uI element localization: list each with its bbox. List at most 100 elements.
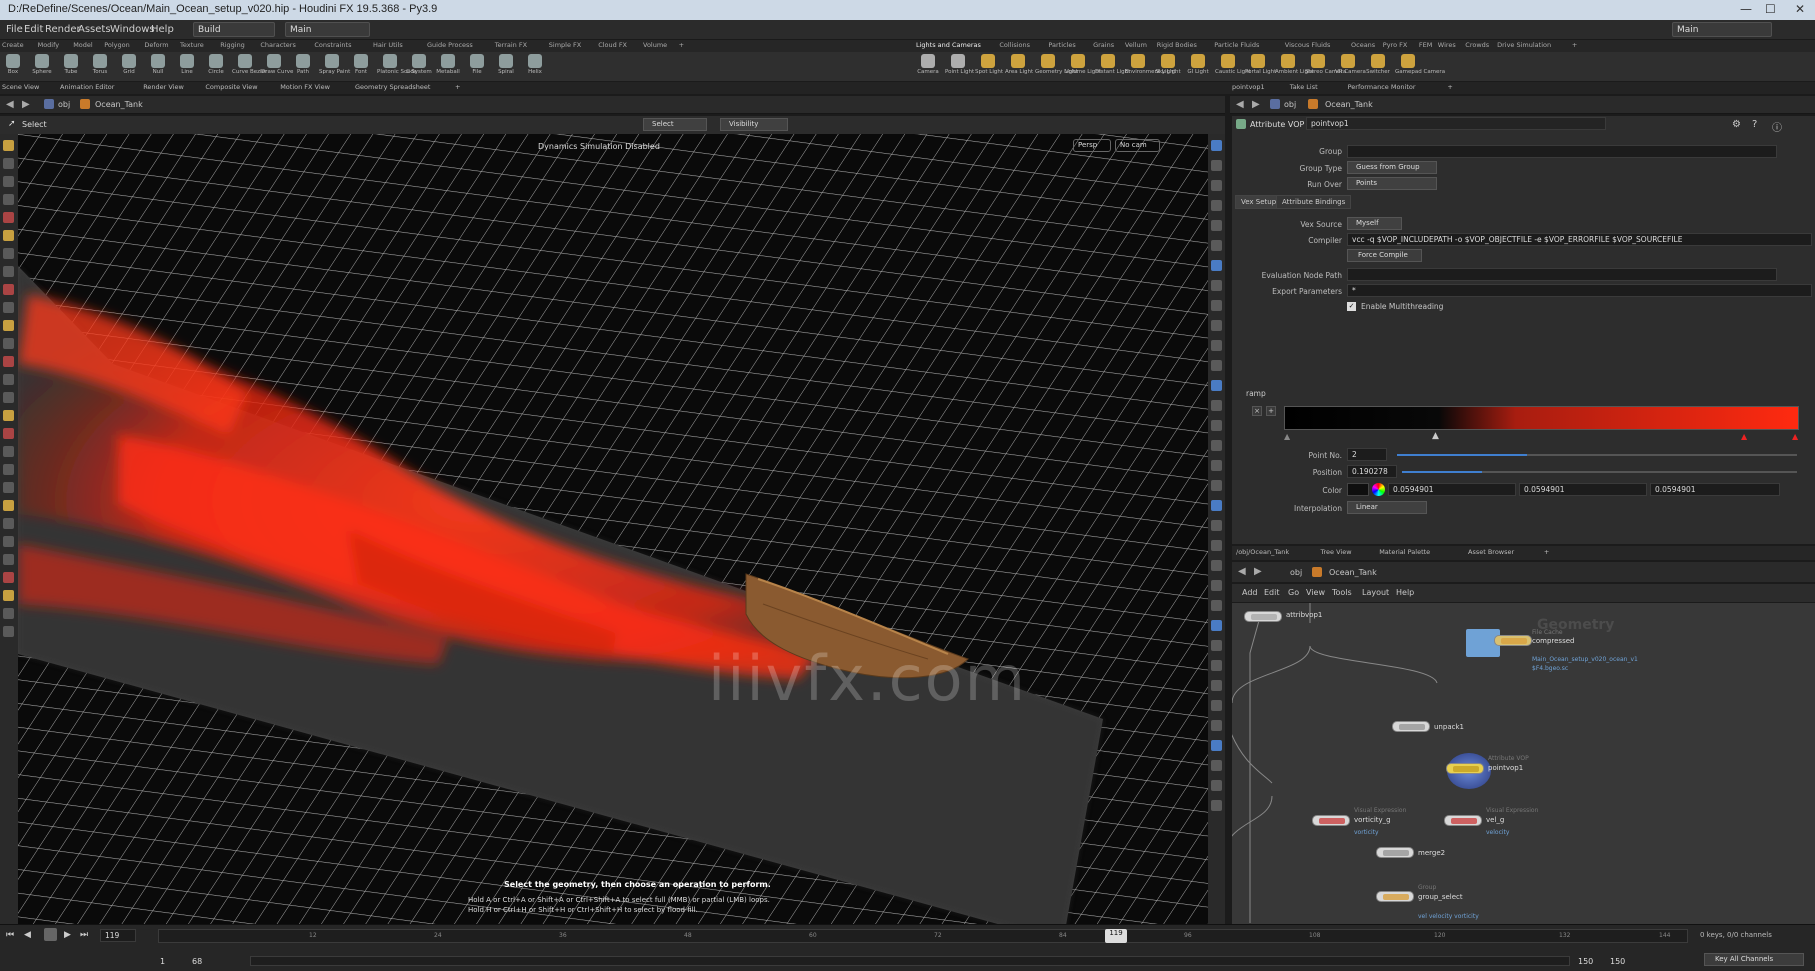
shelf-tab-oceans[interactable]: Oceans xyxy=(1351,41,1375,49)
display-tool-14-icon[interactable] xyxy=(1211,420,1222,431)
shelf-tab-rigging[interactable]: Rigging xyxy=(220,41,245,49)
left-tool-24-icon[interactable] xyxy=(3,572,14,583)
help-icon[interactable]: ? xyxy=(1752,119,1757,130)
shelf-tab-vellum[interactable]: Vellum xyxy=(1125,41,1147,49)
shelf-tab-create[interactable]: Create xyxy=(2,41,24,49)
gear-icon[interactable]: ⚙ xyxy=(1732,119,1741,130)
shelf-tool-sphere[interactable]: Sphere xyxy=(29,52,55,82)
play-back-icon[interactable]: ◀ xyxy=(24,930,31,940)
shelf-tool-l-system[interactable]: L-System xyxy=(406,52,432,82)
left-tool-6-icon[interactable] xyxy=(3,248,14,259)
color-ramp[interactable] xyxy=(1284,406,1799,430)
shelf-tab-modify[interactable]: Modify xyxy=(38,41,60,49)
left-tool-0-icon[interactable] xyxy=(3,140,14,151)
net-pane-tab-material-palette[interactable]: Material Palette xyxy=(1379,548,1430,556)
shelf-tab-lights-and-cameras[interactable]: Lights and Cameras xyxy=(916,41,981,49)
param-pane-tab--[interactable]: + xyxy=(1447,83,1452,91)
eval-path-field[interactable] xyxy=(1347,268,1777,281)
left-tool-14-icon[interactable] xyxy=(3,392,14,403)
run-over-dropdown[interactable]: Points xyxy=(1347,177,1437,190)
display-tool-5-icon[interactable] xyxy=(1211,240,1222,251)
shelf-tool-box[interactable]: Box xyxy=(0,52,26,82)
shelf-tab-simple-fx[interactable]: Simple FX xyxy=(549,41,581,49)
persp-menu[interactable]: Persp xyxy=(1073,139,1111,152)
shelf-tool-switcher[interactable]: Switcher xyxy=(1365,52,1391,82)
menu-render[interactable]: Render xyxy=(45,24,81,35)
position-field[interactable]: 0.190278 xyxy=(1347,465,1397,478)
shelf-tool-path[interactable]: Path xyxy=(290,52,316,82)
display-tool-11-icon[interactable] xyxy=(1211,360,1222,371)
net-pane-tab-tree-view[interactable]: Tree View xyxy=(1321,548,1352,556)
shelf-tool-point-light[interactable]: Point Light xyxy=(945,52,974,82)
display-tool-29-icon[interactable] xyxy=(1211,720,1222,731)
left-tool-16-icon[interactable] xyxy=(3,428,14,439)
shelf-tab-wires[interactable]: Wires xyxy=(1438,41,1456,49)
current-frame-field[interactable]: 119 xyxy=(100,929,136,942)
shelf-tab-rigid-bodies[interactable]: Rigid Bodies xyxy=(1157,41,1197,49)
left-tool-1-icon[interactable] xyxy=(3,158,14,169)
left-tool-10-icon[interactable] xyxy=(3,320,14,331)
shelf-tab-drive-simulation[interactable]: Drive Simulation xyxy=(1497,41,1551,49)
menu-file[interactable]: File xyxy=(6,24,23,35)
display-tool-23-icon[interactable] xyxy=(1211,600,1222,611)
display-tool-15-icon[interactable] xyxy=(1211,440,1222,451)
node-group-select[interactable] xyxy=(1376,891,1414,902)
shelf-tool-line[interactable]: Line xyxy=(174,52,200,82)
shelf-tool-stereo-camera[interactable]: Stereo Camera xyxy=(1305,52,1346,82)
shelf-tab-crowds[interactable]: Crowds xyxy=(1465,41,1489,49)
range-end-a[interactable]: 150 xyxy=(1578,957,1593,966)
display-tool-13-icon[interactable] xyxy=(1211,400,1222,411)
net-path-obj[interactable]: obj xyxy=(1290,568,1302,577)
left-tool-27-icon[interactable] xyxy=(3,626,14,637)
param-pane-tab-performance-monitor[interactable]: Performance Monitor xyxy=(1348,83,1416,91)
shelf-tool-circle[interactable]: Circle xyxy=(203,52,229,82)
net-menu-go[interactable]: Go xyxy=(1288,588,1299,597)
display-tool-32-icon[interactable] xyxy=(1211,780,1222,791)
shelf-tool-spray-paint[interactable]: Spray Paint xyxy=(319,52,350,82)
display-tool-21-icon[interactable] xyxy=(1211,560,1222,571)
display-tool-16-icon[interactable] xyxy=(1211,460,1222,471)
shelf-tool-curve-bezier[interactable]: Curve Bezier xyxy=(232,52,267,82)
color-r-field[interactable]: 0.0594901 xyxy=(1388,483,1516,496)
path-ocean-tank[interactable]: Ocean_Tank xyxy=(95,100,143,109)
point-no-slider[interactable] xyxy=(1397,454,1797,456)
left-tool-11-icon[interactable] xyxy=(3,338,14,349)
shelf-tool-file[interactable]: File xyxy=(464,52,490,82)
shelf-tab-collisions[interactable]: Collisions xyxy=(999,41,1030,49)
display-tool-26-icon[interactable] xyxy=(1211,660,1222,671)
net-pane-tab--[interactable]: + xyxy=(1544,548,1549,556)
ramp-key-2-icon[interactable]: ▲ xyxy=(1792,432,1798,441)
node-attribvop1[interactable] xyxy=(1244,611,1282,622)
net-menu-help[interactable]: Help xyxy=(1396,588,1414,597)
network-editor[interactable]: Geometry attribvop1 File Cache compresse… xyxy=(1232,603,1815,924)
left-tool-12-icon[interactable] xyxy=(3,356,14,367)
timeline-bar[interactable]: 12 24 36 48 60 72 84 96 108 120 132 144 … xyxy=(158,929,1688,943)
pane-tab-animation-editor[interactable]: Animation Editor xyxy=(60,83,114,91)
range-end-b[interactable]: 150 xyxy=(1610,957,1625,966)
shelf-tab-polygon[interactable]: Polygon xyxy=(104,41,130,49)
display-tool-30-icon[interactable] xyxy=(1211,740,1222,751)
key-all-channels-button[interactable]: Key All Channels xyxy=(1704,953,1804,966)
net-pane-tab-asset-browser[interactable]: Asset Browser xyxy=(1468,548,1514,556)
back-arrow-icon[interactable]: ◀ xyxy=(6,99,14,110)
left-tool-19-icon[interactable] xyxy=(3,482,14,493)
vex-source-dropdown[interactable]: Myself xyxy=(1347,217,1402,230)
minimize-button[interactable]: — xyxy=(1740,2,1752,16)
group-type-dropdown[interactable]: Guess from Group xyxy=(1347,161,1437,174)
jump-start-icon[interactable]: ⏮ xyxy=(6,930,14,940)
node-pointvop1[interactable] xyxy=(1446,763,1484,774)
param-path-obj[interactable]: obj xyxy=(1284,100,1296,109)
shelf-tab-particles[interactable]: Particles xyxy=(1048,41,1075,49)
left-tool-25-icon[interactable] xyxy=(3,590,14,601)
stop-button[interactable] xyxy=(44,928,57,941)
left-tool-7-icon[interactable] xyxy=(3,266,14,277)
display-tool-4-icon[interactable] xyxy=(1211,220,1222,231)
display-tool-25-icon[interactable] xyxy=(1211,640,1222,651)
end-frame-field[interactable]: 68 xyxy=(192,957,202,966)
range-slider[interactable] xyxy=(250,956,1570,966)
shelf-tool-spiral[interactable]: Spiral xyxy=(493,52,519,82)
select-mode-dropdown[interactable]: Select xyxy=(643,118,707,131)
left-tool-8-icon[interactable] xyxy=(3,284,14,295)
shelf-tab-grains[interactable]: Grains xyxy=(1093,41,1114,49)
shelf-tool-draw-curve[interactable]: Draw Curve xyxy=(261,52,293,82)
